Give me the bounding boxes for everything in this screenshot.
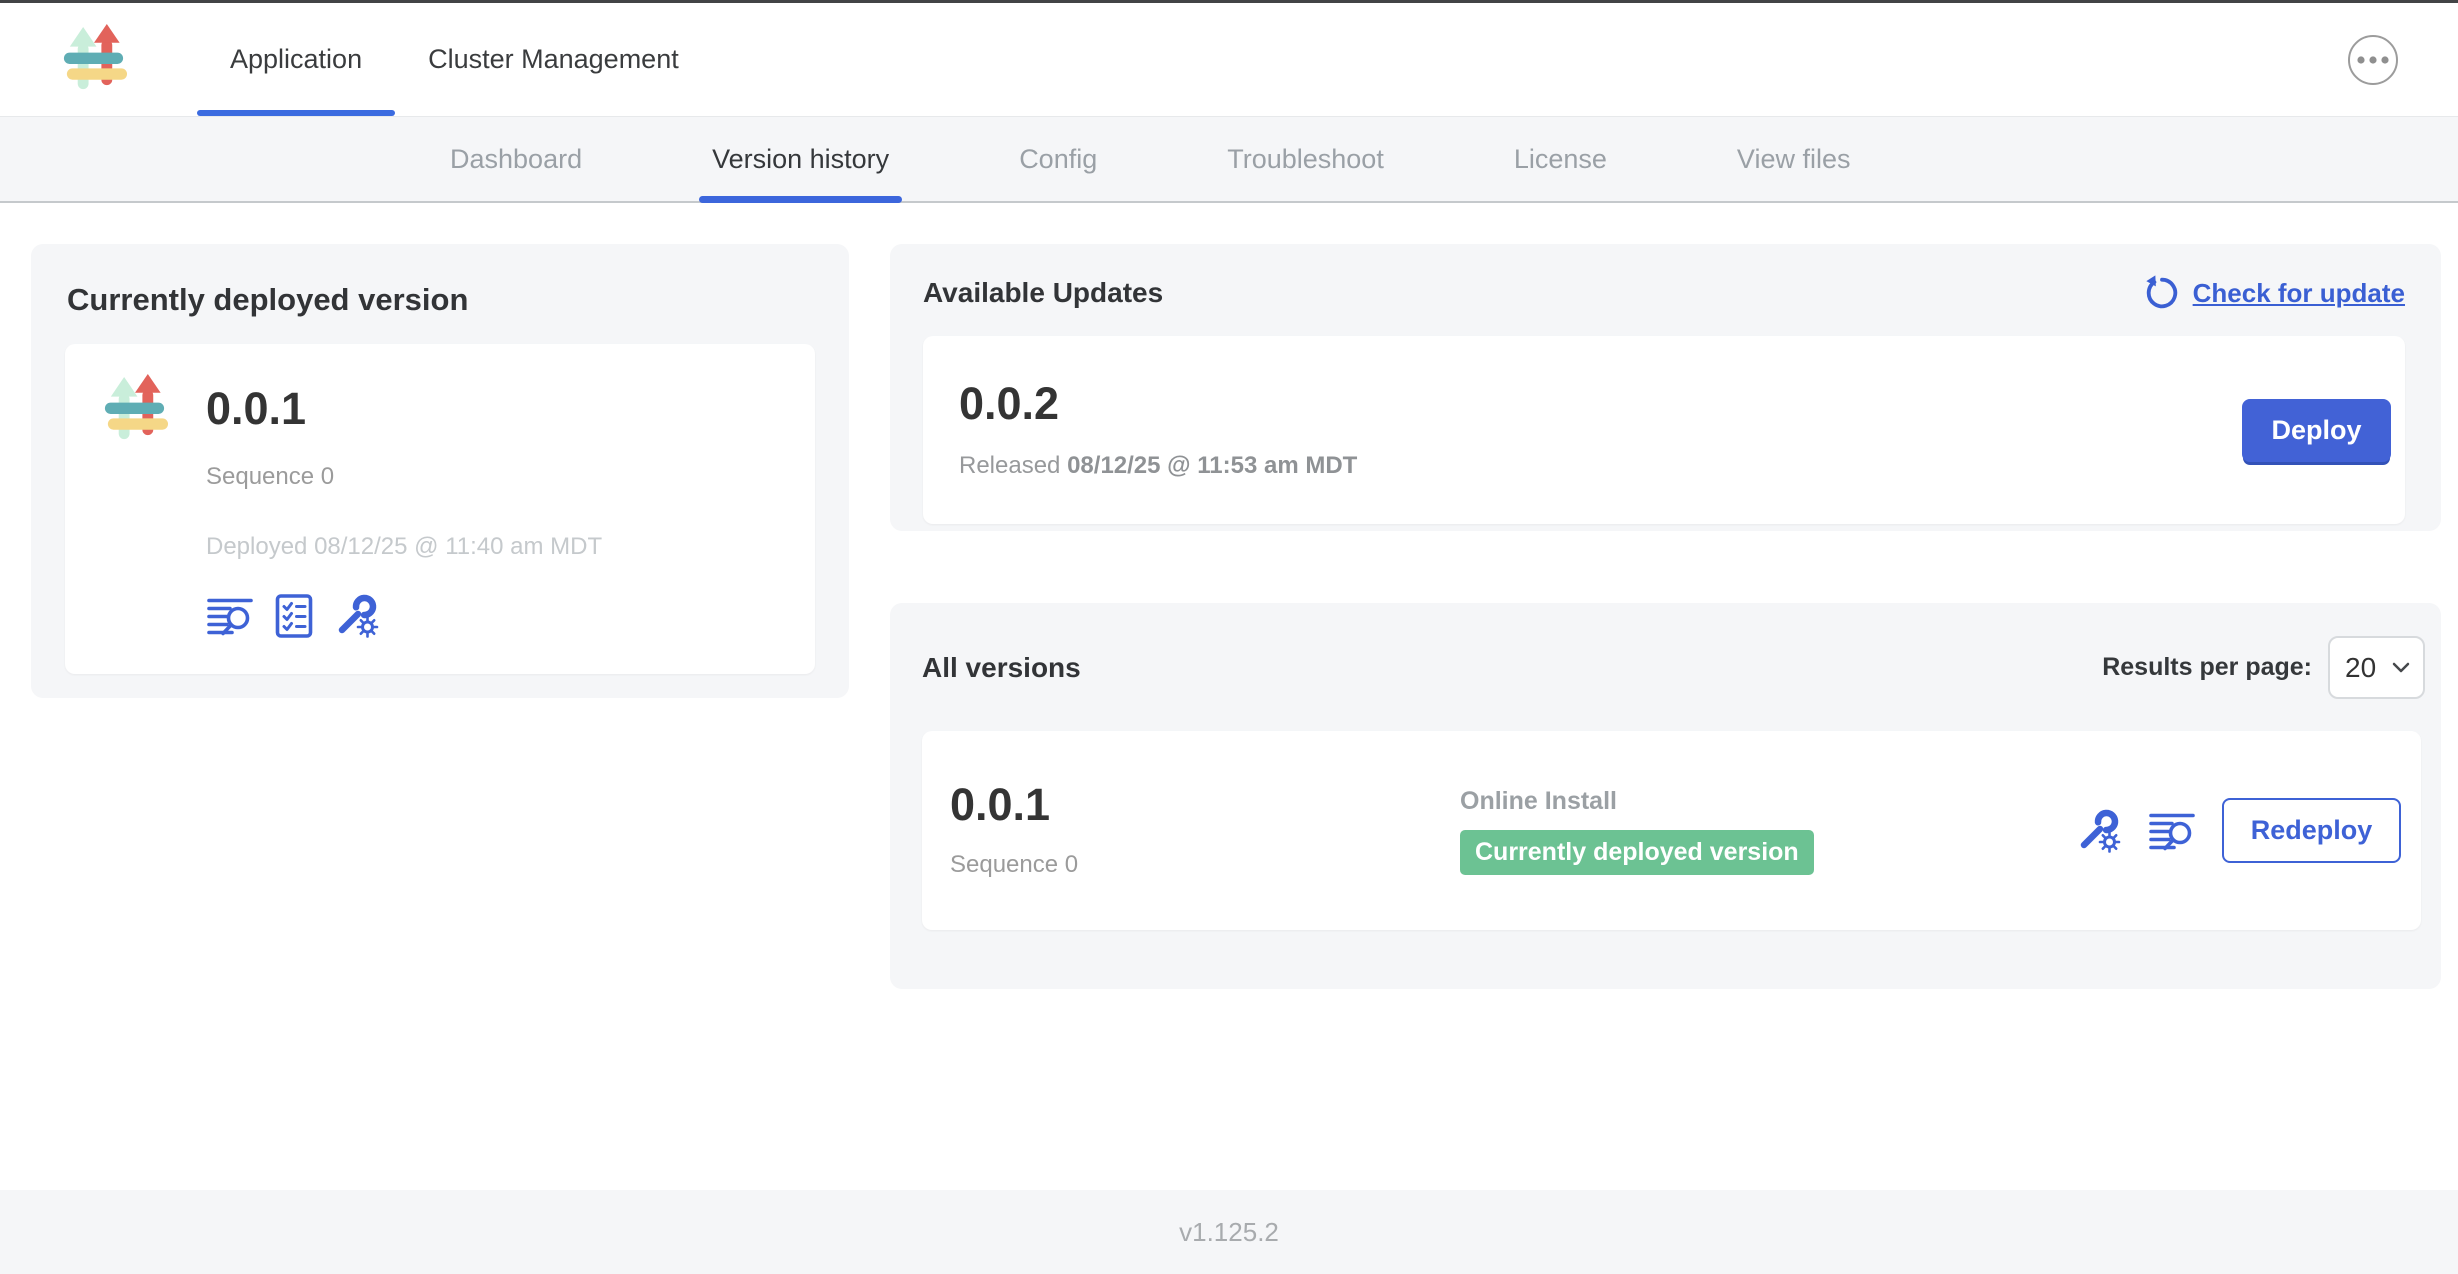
results-per-page-control: Results per page: 20 [2102, 636, 2425, 699]
version-row-status: Online Install Currently deployed versio… [1460, 787, 1814, 875]
version-row-info: 0.0.1 Sequence 0 [950, 782, 1460, 879]
main-content: Currently deployed version 0.0.1 Sequenc… [0, 203, 2458, 989]
all-versions-header: All versions Results per page: 20 [922, 636, 2425, 699]
update-version-number: 0.0.2 [959, 381, 1357, 426]
subnav-tab-license[interactable]: License [1514, 117, 1607, 201]
version-row-actions: Redeploy [2076, 798, 2401, 863]
refresh-icon [2143, 274, 2181, 312]
subnav-tab-troubleshoot-label: Troubleshoot [1227, 144, 1384, 175]
ellipsis-icon [2355, 55, 2391, 65]
install-type-label: Online Install [1460, 787, 1617, 816]
diff-icon [206, 594, 254, 638]
update-info: 0.0.2 Released 08/12/25 @ 11:53 am MDT [959, 381, 1357, 480]
results-per-page-select[interactable]: 20 [2328, 636, 2425, 699]
app-level-tabs: Application Cluster Management [197, 3, 712, 116]
app-logo-icon [58, 24, 129, 95]
view-diff-button[interactable] [206, 594, 254, 638]
console-version: v1.125.2 [1179, 1217, 1279, 1248]
results-per-page-value: 20 [2345, 652, 2376, 684]
check-for-update-link[interactable]: Check for update [2143, 274, 2405, 312]
subnav-tab-config-label: Config [1019, 144, 1097, 175]
row-version-number: 0.0.1 [950, 782, 1460, 827]
currently-deployed-title: Currently deployed version [67, 282, 815, 318]
subnav-tab-version-history-label: Version history [712, 144, 889, 175]
diff-icon [2148, 809, 2196, 853]
subnav-tab-view-files-label: View files [1737, 144, 1851, 175]
config-icon [2076, 808, 2122, 854]
results-per-page-label: Results per page: [2102, 653, 2312, 682]
subnav-tab-version-history[interactable]: Version history [712, 117, 889, 201]
preflight-icon [272, 593, 316, 639]
deployed-version-number: 0.0.1 [206, 386, 602, 431]
active-tab-underline [197, 110, 395, 116]
deployed-sequence: Sequence 0 [206, 463, 602, 491]
active-subnav-underline [699, 196, 902, 203]
redeploy-button[interactable]: Redeploy [2222, 798, 2401, 863]
version-row: 0.0.1 Sequence 0 Online Install Currentl… [922, 731, 2421, 930]
row-sequence: Sequence 0 [950, 851, 1460, 879]
subnav-tab-license-label: License [1514, 144, 1607, 175]
subnav-tab-troubleshoot[interactable]: Troubleshoot [1227, 117, 1384, 201]
status-badge: Currently deployed version [1460, 830, 1814, 875]
available-updates-header: Available Updates Check for update [923, 274, 2405, 312]
right-column: Available Updates Check for update 0.0.2… [890, 244, 2441, 989]
tab-cluster-management-label: Cluster Management [428, 44, 679, 75]
footer: v1.125.2 [0, 1190, 2458, 1274]
edit-config-button[interactable] [334, 593, 380, 639]
subnav-tab-dashboard[interactable]: Dashboard [450, 117, 582, 201]
all-versions-title: All versions [922, 652, 1081, 684]
update-released-line: Released 08/12/25 @ 11:53 am MDT [959, 452, 1357, 480]
edit-config-button[interactable] [2076, 808, 2122, 854]
deployed-action-icons [206, 593, 602, 639]
deploy-button[interactable]: Deploy [2242, 399, 2391, 462]
app-logo-icon [99, 374, 170, 445]
deployed-timestamp: Deployed 08/12/25 @ 11:40 am MDT [206, 533, 602, 561]
overflow-menu-button[interactable] [2348, 35, 2398, 85]
released-label: Released [959, 452, 1060, 479]
tab-application-label: Application [230, 44, 362, 75]
app-subnav: Dashboard Version history Config Trouble… [0, 117, 2458, 203]
available-updates-card: Available Updates Check for update 0.0.2… [890, 244, 2441, 531]
deployed-version-meta: 0.0.1 Sequence 0 Deployed 08/12/25 @ 11:… [206, 374, 602, 644]
tab-application[interactable]: Application [197, 3, 395, 116]
available-updates-title: Available Updates [923, 277, 1163, 309]
chevron-down-icon [2392, 662, 2410, 673]
update-row: 0.0.2 Released 08/12/25 @ 11:53 am MDT D… [923, 336, 2405, 524]
currently-deployed-card: Currently deployed version 0.0.1 Sequenc… [31, 244, 849, 698]
all-versions-card: All versions Results per page: 20 0.0.1 … [890, 603, 2441, 989]
top-header: Application Cluster Management [0, 3, 2458, 117]
view-diff-button[interactable] [2148, 809, 2196, 853]
check-for-update-label: Check for update [2193, 278, 2405, 309]
deployed-version-panel: 0.0.1 Sequence 0 Deployed 08/12/25 @ 11:… [65, 344, 815, 674]
preflight-checks-button[interactable] [272, 593, 316, 639]
config-icon [334, 593, 380, 639]
subnav-tab-config[interactable]: Config [1019, 117, 1097, 201]
subnav-tab-dashboard-label: Dashboard [450, 144, 582, 175]
subnav-tab-view-files[interactable]: View files [1737, 117, 1851, 201]
released-timestamp: 08/12/25 @ 11:53 am MDT [1067, 452, 1357, 479]
tab-cluster-management[interactable]: Cluster Management [395, 3, 712, 116]
